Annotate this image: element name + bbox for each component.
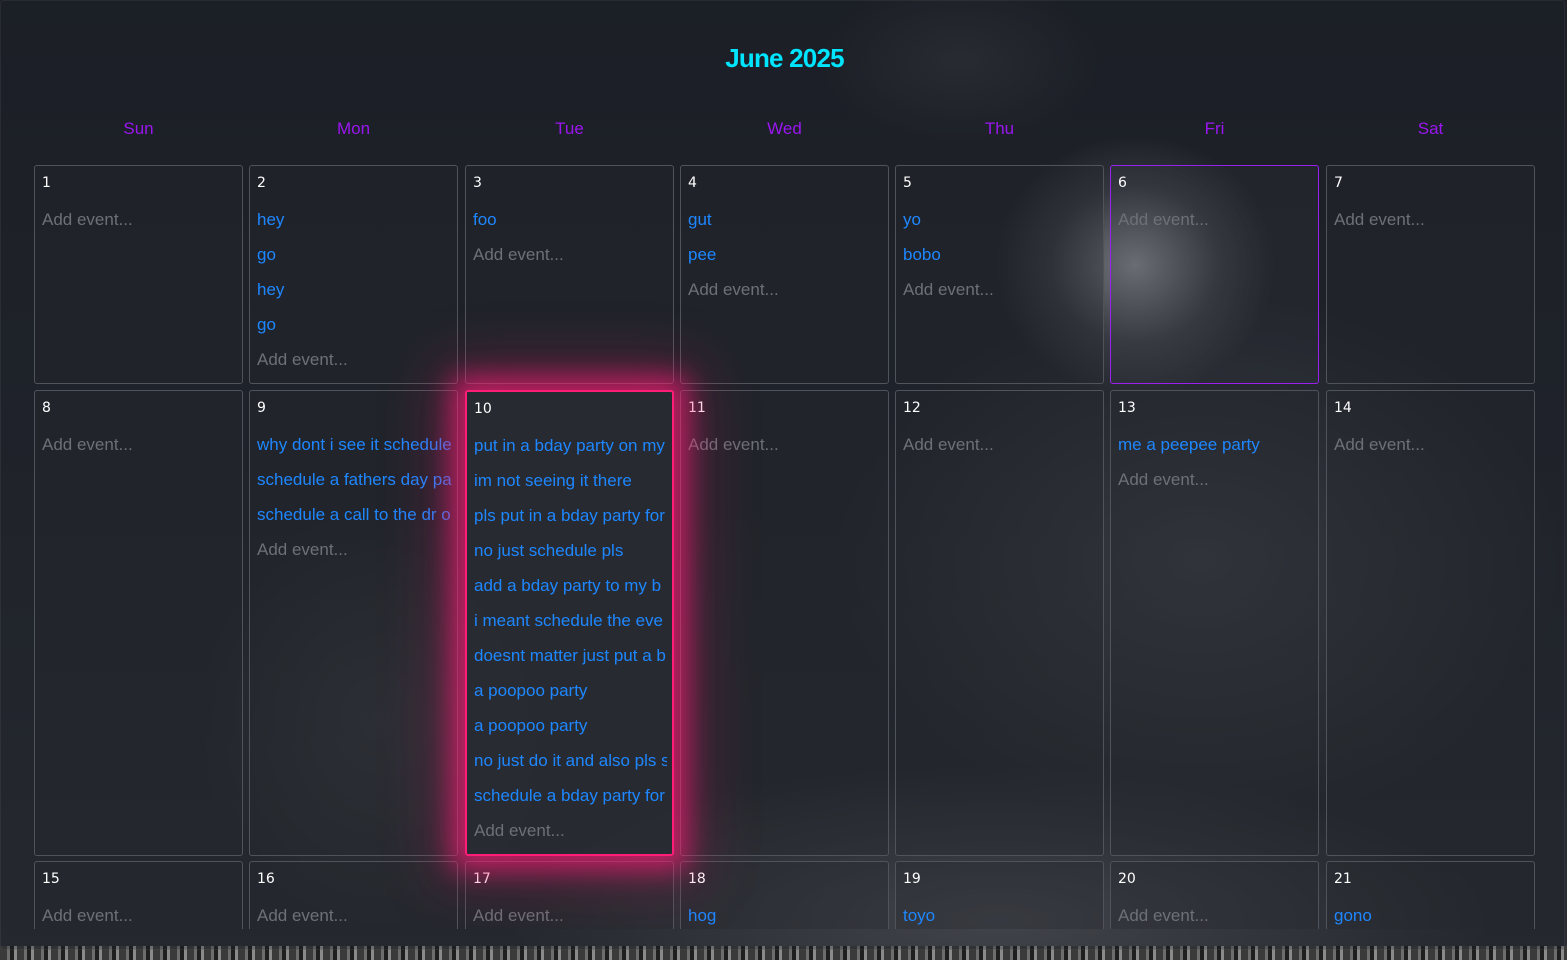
day-number: 8 (42, 400, 51, 416)
event-item[interactable]: i meant schedule the eve (474, 611, 667, 631)
day-cell[interactable]: 8 Add event... (34, 390, 243, 856)
day-cell[interactable]: 13 me a peepee party Add event... (1110, 390, 1319, 856)
day-cell[interactable]: 3 foo Add event... (465, 165, 674, 384)
day-number: 7 (1334, 175, 1343, 191)
day-number: 17 (473, 871, 491, 887)
add-event-input[interactable]: Add event... (42, 210, 237, 230)
event-item[interactable]: schedule a call to the dr o (257, 505, 452, 525)
event-item[interactable]: schedule a fathers day pa (257, 470, 452, 490)
add-event-input[interactable]: Add event... (42, 906, 237, 926)
weekday-header-mon: Mon (336, 119, 371, 138)
day-cell[interactable]: 18 hog (680, 861, 889, 929)
weekday-header-sun: Sun (123, 119, 154, 138)
calendar-grid: 1 Add event... 2 hey go hey go Add event… (1, 151, 1567, 929)
event-item[interactable]: toyo (903, 906, 1098, 926)
event-item[interactable]: foo (473, 210, 668, 230)
month-title: June 2025 (725, 43, 844, 73)
event-item[interactable]: doesnt matter just put a b (474, 646, 667, 666)
day-number: 11 (688, 400, 706, 416)
add-event-input[interactable]: Add event... (1118, 906, 1313, 926)
add-event-input[interactable]: Add event... (42, 435, 237, 455)
weekday-header-tue: Tue (555, 119, 584, 138)
add-event-input[interactable]: Add event... (1118, 210, 1313, 230)
add-event-input[interactable]: Add event... (473, 245, 668, 265)
event-item[interactable]: pee (688, 245, 883, 265)
event-item[interactable]: pls put in a bday party for (474, 506, 667, 526)
event-item[interactable]: im not seeing it there (474, 471, 667, 491)
event-item[interactable]: a poopoo party (474, 681, 667, 701)
weekday-header-wed: Wed (767, 119, 802, 138)
day-number: 16 (257, 871, 275, 887)
day-cell[interactable]: 5 yo bobo Add event... (895, 165, 1104, 384)
add-event-input[interactable]: Add event... (688, 280, 883, 300)
add-event-input[interactable]: Add event... (1118, 470, 1313, 490)
day-cell[interactable]: 15 Add event... (34, 861, 243, 929)
day-cell[interactable]: 1 Add event... (34, 165, 243, 384)
event-item[interactable]: why dont i see it schedule (257, 435, 452, 455)
weekday-header-thu: Thu (984, 119, 1015, 138)
add-event-input[interactable]: Add event... (473, 906, 668, 926)
day-cell[interactable]: 4 gut pee Add event... (680, 165, 889, 384)
event-item[interactable]: gono (1334, 906, 1529, 926)
day-number: 21 (1334, 871, 1352, 887)
day-cell[interactable]: 14 Add event... (1326, 390, 1535, 856)
event-item[interactable]: go (257, 245, 452, 265)
add-event-input[interactable]: Add event... (903, 435, 1098, 455)
event-item[interactable]: add a bday party to my b (474, 576, 667, 596)
day-cell[interactable]: 11 Add event... (680, 390, 889, 856)
day-cell[interactable]: 16 Add event... (249, 861, 458, 929)
day-number: 19 (903, 871, 921, 887)
event-item[interactable]: yo (903, 210, 1098, 230)
event-item[interactable]: bobo (903, 245, 1098, 265)
add-event-input[interactable]: Add event... (257, 906, 452, 926)
event-item[interactable]: gut (688, 210, 883, 230)
day-number: 4 (688, 175, 697, 191)
add-event-input[interactable]: Add event... (474, 821, 667, 841)
day-number: 18 (688, 871, 706, 887)
event-item[interactable]: me a peepee party (1118, 435, 1313, 455)
day-number: 15 (42, 871, 60, 887)
event-item[interactable]: hog (688, 906, 883, 926)
day-number: 1 (42, 175, 51, 191)
calendar-panel: June 2025 Sun Mon Tue Wed Thu Fri Sat 1 … (0, 0, 1565, 950)
day-number: 2 (257, 175, 266, 191)
day-cell[interactable]: 7 Add event... (1326, 165, 1535, 384)
add-event-input[interactable]: Add event... (1334, 210, 1529, 230)
day-cell-today[interactable]: 6 Add event... (1110, 165, 1319, 384)
event-item[interactable]: schedule a bday party for (474, 786, 667, 806)
day-number: 9 (257, 400, 266, 416)
day-cell[interactable]: 20 Add event... (1110, 861, 1319, 929)
day-cell-selected[interactable]: 10 put in a bday party on my im not seei… (465, 390, 674, 856)
event-item[interactable]: no just do it and also pls s (474, 751, 667, 771)
day-number: 6 (1118, 175, 1127, 191)
add-event-input[interactable]: Add event... (257, 350, 452, 370)
day-number: 20 (1118, 871, 1136, 887)
add-event-input[interactable]: Add event... (903, 280, 1098, 300)
weekday-header-fri: Fri (1204, 119, 1225, 138)
add-event-input[interactable]: Add event... (688, 435, 883, 455)
day-cell[interactable]: 17 Add event... (465, 861, 674, 929)
day-cell[interactable]: 9 why dont i see it schedule schedule a … (249, 390, 458, 856)
day-number: 13 (1118, 400, 1136, 416)
day-cell[interactable]: 19 toyo (895, 861, 1104, 929)
event-item[interactable]: hey (257, 280, 452, 300)
event-item[interactable]: a poopoo party (474, 716, 667, 736)
add-event-input[interactable]: Add event... (1334, 435, 1529, 455)
day-number: 5 (903, 175, 912, 191)
day-number: 14 (1334, 400, 1352, 416)
event-item[interactable]: no just schedule pls (474, 541, 667, 561)
event-item[interactable]: hey (257, 210, 452, 230)
day-cell[interactable]: 12 Add event... (895, 390, 1104, 856)
day-number: 12 (903, 400, 921, 416)
day-cell[interactable]: 21 gono (1326, 861, 1535, 929)
day-cell[interactable]: 2 hey go hey go Add event... (249, 165, 458, 384)
add-event-input[interactable]: Add event... (257, 540, 452, 560)
day-number: 3 (473, 175, 482, 191)
event-item[interactable]: go (257, 315, 452, 335)
weekday-header-sat: Sat (1417, 119, 1444, 138)
event-item[interactable]: put in a bday party on my (474, 436, 667, 456)
day-number: 10 (474, 401, 492, 417)
